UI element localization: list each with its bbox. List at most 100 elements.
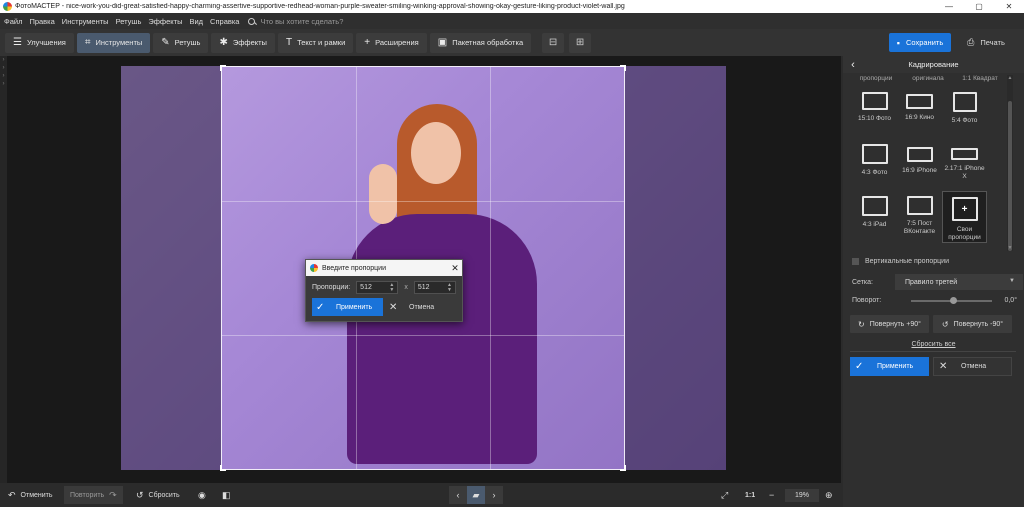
preset-label: 16:9 Кино — [904, 114, 935, 121]
left-collapse-strip[interactable]: › › › › — [0, 56, 7, 483]
preset-label: 4:3 Фото — [861, 169, 888, 176]
folder-icon: ▰ — [472, 489, 480, 500]
preset-7-5-vk[interactable]: 7:5 Пост ВКонтакте — [897, 191, 942, 243]
dialog-cancel-button[interactable]: ✕ Отмена — [385, 298, 456, 316]
back-arrow-icon[interactable]: ‹ — [843, 59, 863, 71]
next-image-button[interactable]: › — [485, 486, 503, 504]
dialog-header: Введите пропорции ✕ — [306, 260, 462, 276]
rotate-minus-90-button[interactable]: ↺ Повернуть -90° — [933, 315, 1012, 333]
dialog-title: Введите пропорции — [322, 264, 386, 272]
presets-scrollbar[interactable]: ▲ ▼ — [1007, 75, 1013, 251]
scroll-down-icon[interactable]: ▼ — [1007, 245, 1013, 251]
undo-button[interactable]: ↶ Отменить — [8, 486, 53, 504]
crop-handle-bottom-left[interactable] — [220, 465, 226, 471]
menu-effects[interactable]: Эффекты — [148, 17, 182, 26]
dialog-apply-button[interactable]: ✓ Применить — [312, 298, 383, 316]
redo-button[interactable]: Повторить ↷ — [64, 486, 123, 504]
crop-handle-top-right[interactable] — [620, 65, 626, 71]
tab-text-frames[interactable]: T Текст и рамки — [277, 32, 354, 53]
width-stepper[interactable]: 512 ▲ ▼ — [356, 281, 399, 294]
command-search[interactable]: Что вы хотите сделать? — [248, 17, 343, 26]
folder-button[interactable]: ▰ — [467, 486, 485, 504]
fit-screen-button[interactable]: ⤢ — [721, 486, 733, 504]
grid-value: Правило третей — [904, 278, 958, 286]
slider-knob[interactable] — [950, 296, 958, 304]
width-value: 512 — [360, 284, 372, 291]
crop-handle-bottom-right[interactable] — [620, 465, 626, 471]
tab-effects[interactable]: ✱ Эффекты — [211, 32, 275, 53]
cancel-label: Отмена — [409, 303, 435, 311]
zoom-level[interactable]: 19% — [785, 489, 819, 502]
rotate-cw-icon: ↻ — [858, 319, 865, 329]
preset-4-3[interactable]: 4:3 Фото — [852, 139, 897, 191]
height-value: 512 — [417, 284, 430, 291]
prev-image-button[interactable]: ‹ — [449, 486, 467, 504]
stepper-arrows-icon[interactable]: ▲ ▼ — [447, 282, 452, 293]
tab-batch[interactable]: ▣ Пакетная обработка — [429, 32, 532, 53]
wide-frame-icon — [906, 147, 933, 162]
maximize-button[interactable]: ▢ — [964, 0, 994, 13]
tab-enhancements[interactable]: ☰ Улучшения — [5, 32, 74, 53]
vertical-proportions-checkbox[interactable] — [852, 258, 859, 265]
compare-before-icon[interactable]: ⊟ — [542, 32, 565, 53]
tab-extensions[interactable]: + Расширения — [356, 32, 427, 53]
tab-retouch[interactable]: ✎ Ретушь — [153, 32, 209, 53]
rotate-plus-90-button[interactable]: ↻ Повернуть +90° — [850, 315, 929, 333]
preset-5-4[interactable]: 5:4 Фото — [942, 87, 987, 139]
menu-edit[interactable]: Правка — [29, 17, 54, 26]
chevron-right-icon: › — [2, 73, 5, 79]
redo-icon: ↷ — [109, 489, 117, 500]
crop-handle-top-left[interactable] — [220, 65, 226, 71]
menu-file[interactable]: Файл — [4, 17, 22, 26]
grid-select[interactable]: Правило третей ▼ — [894, 274, 1023, 290]
stepper-arrows-icon[interactable]: ▲ ▼ — [389, 282, 394, 293]
landscape-frame-icon — [861, 196, 888, 216]
height-stepper[interactable]: 512 ▲ ▼ — [413, 281, 456, 294]
rotate-buttons: ↻ Повернуть +90° ↺ Повернуть -90° — [850, 315, 1012, 333]
preset-2-17-iphonex[interactable]: 2.17:1 iPhone X — [942, 139, 987, 191]
dialog-close-button[interactable]: ✕ — [448, 263, 462, 274]
zoom-in-button[interactable]: ⊕ — [825, 486, 838, 504]
scroll-up-icon[interactable]: ▲ — [1007, 75, 1013, 81]
menu-help[interactable]: Справка — [210, 17, 239, 26]
preview-eye-button[interactable]: ◉ — [198, 486, 211, 504]
compare-after-icon[interactable]: ⊞ — [569, 32, 592, 53]
text-icon: T — [285, 37, 293, 48]
zoom-out-button[interactable]: − — [769, 486, 779, 504]
landscape-frame-icon — [906, 196, 933, 215]
minus-icon: − — [769, 490, 775, 500]
minimize-button[interactable]: — — [934, 0, 964, 13]
preset-16-9-cinema[interactable]: 16:9 Кино — [897, 87, 942, 139]
menu-retouch[interactable]: Ретушь — [116, 17, 142, 26]
close-window-button[interactable]: ✕ — [994, 0, 1024, 13]
before-after-button[interactable]: ◧ — [222, 486, 236, 504]
chevron-down-icon: ▼ — [1009, 278, 1015, 284]
vertical-proportions-row[interactable]: Вертикальные пропорции — [852, 258, 949, 265]
save-button[interactable]: ▪ Сохранить — [889, 33, 951, 52]
scrollbar-thumb[interactable] — [1008, 101, 1012, 251]
reset-icon: ↺ — [136, 489, 144, 500]
actual-size-button[interactable]: 1:1 — [745, 486, 755, 504]
landscape-frame-icon — [861, 92, 888, 110]
panel-apply-button[interactable]: ✓ Применить — [850, 357, 929, 376]
preset-15-10[interactable]: 15:10 Фото — [852, 87, 897, 139]
preset-16-9-iphone[interactable]: 16:9 iPhone — [897, 139, 942, 191]
rotation-slider[interactable] — [911, 296, 993, 304]
menu-view[interactable]: Вид — [189, 17, 203, 26]
preset-custom[interactable]: + Свои пропорции — [942, 191, 987, 243]
grid-line — [222, 335, 624, 336]
grid-row: Сетка: Правило третей ▼ — [852, 274, 1023, 290]
reset-button[interactable]: ↺ Сбросить — [136, 486, 180, 504]
panel-cancel-button[interactable]: ✕ Отмена — [933, 357, 1012, 376]
proportions-row: Пропорции: 512 ▲ ▼ x 512 ▲ ▼ — [306, 279, 462, 296]
preset-4-3-ipad[interactable]: 4:3 iPad — [852, 191, 897, 243]
wide-frame-icon — [906, 94, 933, 109]
eye-icon: ◉ — [198, 489, 206, 500]
print-button[interactable]: ⎙ Печать — [955, 33, 1017, 52]
preset-label: 4:3 iPad — [862, 221, 887, 228]
tab-tools[interactable]: ⌗ Инструменты — [76, 32, 151, 53]
reset-all-link[interactable]: Сбросить все — [843, 341, 1024, 348]
chevron-right-icon: › — [492, 490, 496, 500]
menu-tools[interactable]: Инструменты — [62, 17, 109, 26]
undo-label: Отменить — [20, 491, 53, 499]
